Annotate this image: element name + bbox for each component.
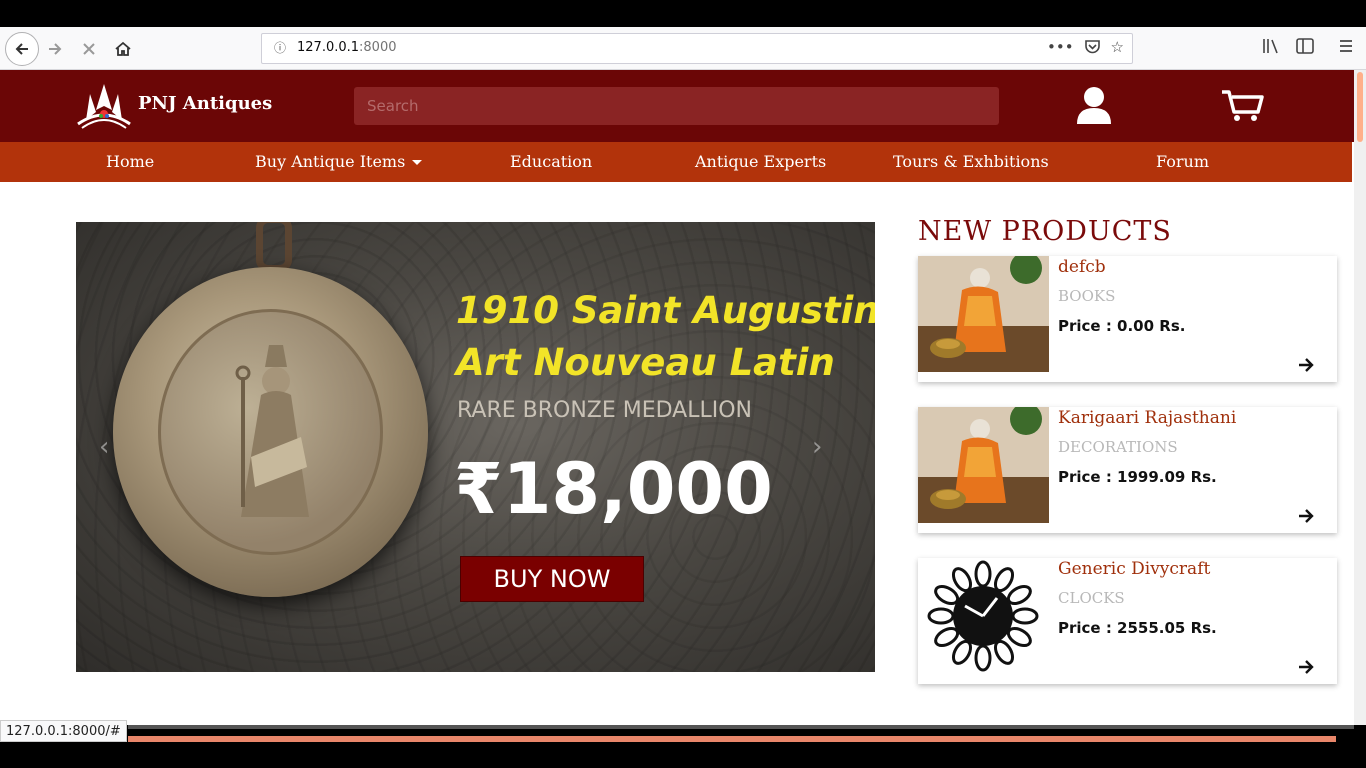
back-button[interactable] — [5, 32, 39, 66]
site-header: PNJ Antiques — [0, 70, 1354, 142]
hero-carousel[interactable]: 1910 Saint Augustine Art Nouveau Latin R… — [76, 222, 875, 672]
product-card[interactable]: defcb BOOKS Price : 0.00 Rs. — [918, 256, 1337, 382]
home-button[interactable] — [109, 35, 137, 63]
product-card[interactable]: Karigaari Rajasthani DECORATIONS Price :… — [918, 407, 1337, 533]
url-bar[interactable]: ⓘ 127.0.0.1:8000 ••• ☆ — [261, 33, 1133, 64]
search-input[interactable] — [354, 87, 999, 125]
footer-banner-edge — [128, 736, 1336, 742]
home-icon — [115, 41, 131, 56]
carousel-title-line1: 1910 Saint Augustine — [456, 289, 875, 332]
menu-icon[interactable] — [1338, 38, 1354, 58]
brand-name[interactable]: PNJ Antiques — [138, 93, 272, 114]
user-icon[interactable] — [1076, 86, 1112, 124]
arrow-right-icon — [49, 43, 62, 55]
saint-figure-image — [235, 345, 309, 517]
medallion-image — [113, 267, 428, 597]
page-scrollbar[interactable] — [1354, 70, 1366, 725]
product-category: BOOKS — [1058, 287, 1116, 305]
carousel-next-icon[interactable]: › — [812, 432, 822, 462]
nav-education[interactable]: Education — [510, 152, 592, 171]
nav-buy-antique-items[interactable]: Buy Antique Items — [255, 152, 423, 171]
carousel-subtitle: RARE BRONZE MEDALLION — [457, 398, 753, 423]
cart-icon[interactable] — [1220, 88, 1264, 122]
sidebar-icon[interactable] — [1296, 38, 1314, 58]
product-image-figurine[interactable] — [918, 407, 1049, 523]
nav-forum[interactable]: Forum — [1156, 152, 1209, 171]
close-icon — [83, 43, 95, 55]
stop-button[interactable] — [75, 35, 103, 63]
product-name[interactable]: defcb — [1058, 257, 1106, 277]
product-category: DECORATIONS — [1058, 438, 1178, 456]
product-image-clock[interactable] — [918, 558, 1049, 674]
carousel-title-line2: Art Nouveau Latin — [456, 341, 835, 384]
arrow-left-icon — [15, 43, 28, 55]
forward-button[interactable] — [41, 35, 69, 63]
screen-top-bar — [0, 0, 1366, 27]
pocket-icon[interactable] — [1084, 38, 1101, 59]
section-divider — [128, 725, 1354, 729]
bookmark-star-icon[interactable]: ☆ — [1111, 38, 1124, 59]
status-url-tooltip: 127.0.0.1:8000/# — [0, 720, 127, 742]
web-page: PNJ Antiques Home Buy Antique Items Educ… — [0, 70, 1354, 725]
product-category: CLOCKS — [1058, 589, 1125, 607]
product-price: Price : 1999.09 Rs. — [1058, 468, 1217, 486]
product-image-figurine[interactable] — [918, 256, 1049, 372]
nav-antique-experts[interactable]: Antique Experts — [695, 152, 826, 171]
scrollbar-thumb[interactable] — [1357, 72, 1363, 142]
arrow-right-icon[interactable] — [1298, 356, 1314, 377]
dropdown-caret-icon — [412, 160, 423, 165]
medal-loop — [256, 222, 292, 272]
carousel-prev-icon[interactable]: ‹ — [99, 432, 109, 462]
arrow-right-icon[interactable] — [1298, 658, 1314, 679]
new-products-title: NEW PRODUCTS — [918, 216, 1172, 247]
product-price: Price : 2555.05 Rs. — [1058, 619, 1217, 637]
nav-tours-exhibitions[interactable]: Tours & Exhbitions — [893, 152, 1049, 171]
info-icon[interactable]: ⓘ — [272, 40, 288, 56]
nav-home[interactable]: Home — [106, 152, 154, 171]
arrow-right-icon[interactable] — [1298, 507, 1314, 528]
product-name[interactable]: Karigaari Rajasthani — [1058, 408, 1236, 428]
browser-toolbar: ⓘ 127.0.0.1:8000 ••• ☆ — [0, 27, 1366, 70]
product-name[interactable]: Generic Divycraft — [1058, 559, 1210, 579]
page-actions-icon[interactable]: ••• — [1047, 38, 1074, 59]
buy-now-button[interactable]: BUY NOW — [460, 556, 644, 602]
url-text[interactable]: 127.0.0.1:8000 — [297, 40, 397, 55]
library-icon[interactable] — [1262, 38, 1280, 58]
product-card[interactable]: Generic Divycraft CLOCKS Price : 2555.05… — [918, 558, 1337, 684]
main-nav: Home Buy Antique Items Education Antique… — [0, 142, 1352, 182]
product-price: Price : 0.00 Rs. — [1058, 317, 1186, 335]
brand-logo[interactable] — [76, 80, 132, 130]
carousel-price: ₹18,000 — [454, 448, 773, 530]
